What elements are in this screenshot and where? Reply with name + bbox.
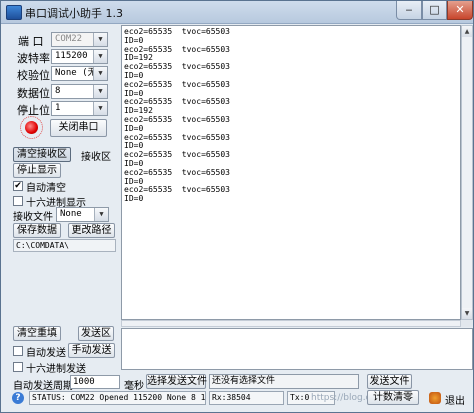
send-file-status: 还没有选择文件 <box>209 374 359 389</box>
send-area-button[interactable]: 发送区 <box>78 326 114 341</box>
exit-icon[interactable] <box>429 392 441 404</box>
auto-clear-checkbox[interactable]: ✔ <box>13 181 23 191</box>
select-send-file-button[interactable]: 选择发送文件 <box>146 374 207 389</box>
title-bar[interactable]: 串口调试小助手 1.3 ‒ □ ✕ <box>1 1 473 24</box>
auto-send-label: 自动发送 <box>26 348 66 359</box>
databits-label: 数据位 <box>17 87 50 100</box>
receive-vertical-scrollbar[interactable]: ▲ ▼ <box>461 25 473 320</box>
receive-file-label: 接收文件 <box>13 212 53 223</box>
scroll-up-icon[interactable]: ▲ <box>462 26 472 37</box>
help-icon[interactable]: ? <box>12 392 24 404</box>
period-unit-label: 毫秒 <box>124 381 144 392</box>
parity-select[interactable]: None (无) ▼ <box>51 66 108 81</box>
databits-select[interactable]: 8 ▼ <box>51 84 108 99</box>
receive-line: ID=0 <box>124 194 144 204</box>
clear-receive-button[interactable]: 清空接收区 <box>13 147 71 162</box>
port-select[interactable]: COM22 ▼ <box>51 32 108 47</box>
chevron-down-icon[interactable]: ▼ <box>93 85 107 98</box>
hex-send-label: 十六进制发送 <box>26 364 86 375</box>
stopbits-value: 1 <box>55 103 61 113</box>
hex-display-checkbox[interactable] <box>13 196 23 206</box>
stopbits-select[interactable]: 1 ▼ <box>51 101 108 116</box>
scroll-down-icon[interactable]: ▼ <box>462 308 472 319</box>
send-text-area[interactable] <box>121 328 473 370</box>
receive-horizontal-scrollbar[interactable] <box>121 320 461 327</box>
port-status-led-icon <box>25 121 38 134</box>
baud-label: 波特率 <box>17 52 50 65</box>
hex-send-checkbox[interactable] <box>13 362 23 372</box>
rx-counter: Rx:38504 <box>209 391 284 405</box>
chevron-down-icon[interactable]: ▼ <box>93 50 107 63</box>
port-label: 端 口 <box>18 35 44 48</box>
chevron-down-icon[interactable]: ▼ <box>94 208 108 221</box>
auto-send-period-label: 自动发送周期 <box>13 381 73 392</box>
close-button[interactable]: ✕ <box>447 1 473 20</box>
clear-send-button[interactable]: 清空重填 <box>13 326 61 341</box>
send-period-input[interactable]: 1000 <box>70 375 120 389</box>
receive-file-select[interactable]: None ▼ <box>56 207 109 222</box>
reset-count-button[interactable]: 计数清零 <box>367 390 419 405</box>
receive-file-value: None <box>60 209 82 219</box>
baud-select[interactable]: 115200 ▼ <box>51 49 108 64</box>
maximize-button[interactable]: □ <box>422 1 447 20</box>
status-text: STATUS: COM22 Opened 115200 None 8 1 <box>29 391 206 405</box>
parity-label: 校验位 <box>17 69 50 82</box>
exit-button[interactable]: 退出 <box>445 392 465 407</box>
auto-clear-label: 自动清空 <box>26 183 66 194</box>
window-title: 串口调试小助手 1.3 <box>25 7 123 20</box>
chevron-down-icon[interactable]: ▼ <box>93 67 107 80</box>
chevron-down-icon[interactable]: ▼ <box>93 33 107 46</box>
receive-text-area[interactable]: eco2=65535 tvoc=65503 ID=0 eco2=65535 tvoc… <box>121 25 461 320</box>
receive-lines: eco2=65535 tvoc=65503 ID=0 eco2=65535 tvoc… <box>124 27 230 204</box>
stop-display-button[interactable]: 停止显示 <box>13 163 61 178</box>
app-icon <box>6 5 22 20</box>
databits-value: 8 <box>55 86 61 96</box>
app-window: 串口调试小助手 1.3 ‒ □ ✕ 端 口 COM22 ▼ 波特率 115200… <box>0 0 474 413</box>
receive-area-label: 接收区 <box>81 152 111 163</box>
manual-send-button[interactable]: 手动发送 <box>68 343 115 358</box>
scrollbar-corner <box>461 320 473 327</box>
save-data-button[interactable]: 保存数据 <box>13 223 61 238</box>
port-value: COM22 <box>55 34 83 44</box>
minimize-button[interactable]: ‒ <box>396 1 422 20</box>
change-path-button[interactable]: 更改路径 <box>68 223 115 238</box>
close-port-button[interactable]: 关闭串口 <box>50 119 107 137</box>
save-path-display: C:\COMDATA\ <box>13 239 116 252</box>
baud-value: 115200 <box>55 51 88 61</box>
auto-send-checkbox[interactable] <box>13 346 23 356</box>
send-file-button[interactable]: 发送文件 <box>367 374 412 389</box>
chevron-down-icon[interactable]: ▼ <box>93 102 107 115</box>
